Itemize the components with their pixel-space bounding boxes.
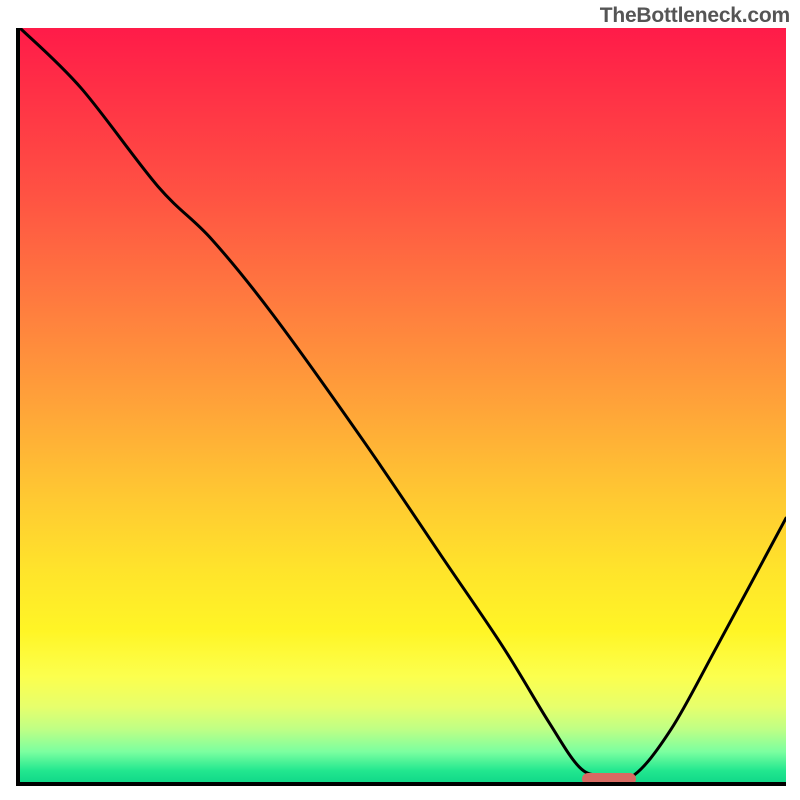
curve-path bbox=[20, 28, 786, 780]
optimal-marker bbox=[582, 773, 636, 785]
watermark-label: TheBottleneck.com bbox=[600, 4, 790, 28]
plot-area bbox=[16, 28, 786, 786]
chart-container: TheBottleneck.com bbox=[0, 0, 800, 800]
line-curve bbox=[20, 28, 786, 782]
